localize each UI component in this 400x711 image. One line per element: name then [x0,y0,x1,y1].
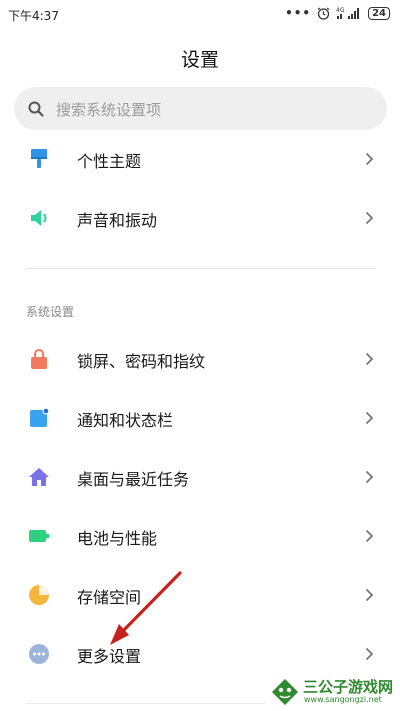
settings-item-notifications[interactable]: 通知和状态栏 [0,389,400,447]
watermark-name: 三公子游戏网 [303,678,394,696]
network-type: 4G [336,7,345,14]
chevron-right-icon [365,410,374,425]
page-title: 设置 [180,49,219,71]
settings-item-more-settings[interactable]: 更多设置 [0,625,400,683]
settings-item-sound[interactable]: 声音和振动 [0,189,400,247]
settings-item-label: 桌面与最近任务 [77,470,190,489]
status-bar: 下午4:37 ••• 4G 24 [0,0,400,30]
lock-icon [28,348,50,370]
settings-item-label: 声音和振动 [77,211,158,230]
chevron-right-icon [365,351,374,366]
settings-item-label: 电池与性能 [77,529,158,548]
search-input[interactable]: 搜索系统设置项 [14,87,387,130]
pie-chart-icon [28,584,50,606]
section-divider [26,268,376,269]
settings-item-home-screen[interactable]: 桌面与最近任务 [0,448,400,506]
home-icon [28,466,50,488]
chevron-right-icon [365,646,374,661]
chevron-right-icon [365,528,374,543]
battery-icon [28,525,50,547]
paint-brush-icon [28,148,50,170]
settings-item-label: 个性主题 [77,152,142,171]
notification-dots: ••• [285,6,312,20]
chevron-right-icon [365,151,374,166]
watermark-url: www.sangongzi.net [304,695,382,704]
settings-item-lock-screen[interactable]: 锁屏、密码和指纹 [0,330,400,388]
bottom-divider [26,703,266,704]
settings-item-label: 通知和状态栏 [77,411,174,430]
chevron-right-icon [365,210,374,225]
chevron-right-icon [365,469,374,484]
battery-indicator: 24 [368,6,390,20]
watermark: 三公子游戏网 www.sangongzi.net [270,676,394,708]
signal-icon: 4G [336,6,362,20]
search-icon [27,100,45,118]
chevron-right-icon [365,587,374,602]
settings-item-label: 更多设置 [77,647,142,666]
settings-item-label: 锁屏、密码和指纹 [77,352,206,371]
notification-icon [28,407,50,429]
watermark-logo-icon [270,677,300,707]
settings-item-battery[interactable]: 电池与性能 [0,507,400,565]
status-time: 下午4:37 [8,9,59,23]
status-icons: ••• 4G 24 [285,6,390,20]
settings-item-theme[interactable]: 个性主题 [0,130,400,188]
settings-item-label: 存储空间 [77,588,142,607]
alarm-icon [317,7,330,20]
speaker-icon [28,207,50,229]
section-header-system: 系统设置 [26,305,75,319]
search-placeholder: 搜索系统设置项 [56,101,162,119]
settings-item-storage[interactable]: 存储空间 [0,566,400,624]
more-dots-icon [28,643,50,665]
